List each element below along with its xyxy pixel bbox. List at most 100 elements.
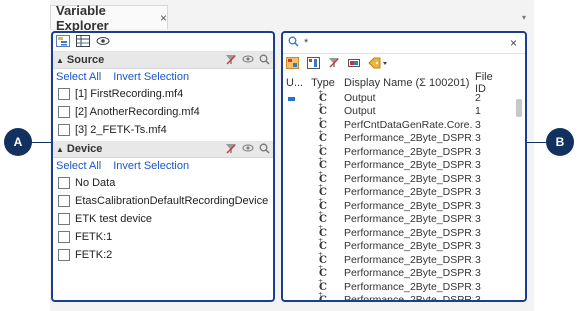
show-hidden-eye-icon[interactable] (96, 36, 110, 49)
filter-icon[interactable] (225, 143, 237, 157)
signal-type-icon: + C (318, 291, 327, 302)
filter-icon[interactable] (225, 54, 237, 68)
display-name-cell: Performance_2Byte_DSPR1... (344, 186, 473, 199)
collapse-caret-icon[interactable]: ▲ (56, 145, 64, 154)
filter-toolbar (53, 33, 273, 52)
eye-icon[interactable] (242, 54, 254, 68)
checkbox[interactable] (58, 213, 70, 225)
device-header-label: Device (66, 143, 103, 155)
source-item-label: [1] FirstRecording.mf4 (75, 88, 184, 100)
column-header-u[interactable]: U... (283, 77, 307, 89)
display-name-cell: Performance_2Byte_DSPR1... (344, 172, 473, 185)
file-id-cell: 1 (475, 105, 481, 118)
device-item-label: ETK test device (75, 213, 153, 225)
column-header-type[interactable]: Type (307, 77, 339, 89)
display-name-cell: Performance_2Byte_DSPR1... (344, 213, 473, 226)
source-item-label: [2] AnotherRecording.mf4 (75, 106, 200, 118)
display-icon[interactable] (348, 58, 360, 71)
collapse-caret-icon[interactable]: ▲ (56, 56, 64, 65)
tree-view-icon[interactable] (56, 34, 70, 50)
file-id-cell: 3 (475, 132, 481, 145)
file-id-cell: 3 (475, 172, 481, 185)
device-item-label: EtasCalibrationDefaultRecordingDevice (75, 195, 269, 207)
vertical-scrollbar-thumb[interactable] (516, 99, 522, 117)
unit-indicator-icon (288, 96, 295, 101)
display-name-cell: Performance_2Byte_DSPR1... (344, 159, 473, 172)
source-invert-selection-link[interactable]: Invert Selection (113, 71, 189, 83)
filter-icon[interactable] (328, 57, 340, 71)
checkbox[interactable] (58, 249, 70, 261)
display-name-cell: Performance_2Byte_DSPR1... (344, 132, 473, 145)
display-name-cell: Output (344, 105, 376, 118)
file-id-cell: 3 (475, 240, 481, 253)
tag-icon[interactable] (368, 57, 388, 72)
device-item[interactable]: FETK:2 (53, 246, 273, 264)
device-item-label: FETK:1 (75, 231, 113, 243)
source-item[interactable]: [1] FirstRecording.mf4 (53, 85, 273, 103)
search-icon[interactable] (259, 143, 270, 157)
tab-variable-explorer[interactable]: Variable Explorer × (50, 3, 168, 33)
eye-icon[interactable] (242, 143, 254, 157)
display-name-cell: Performance_2Byte_DSPR1... (344, 199, 473, 212)
source-tools (225, 54, 270, 68)
display-name-cell: Performance_2Byte_DSPR1... (344, 240, 473, 253)
device-selection-links: Select All Invert Selection (53, 158, 273, 174)
variable-table-body: + C Output 2 + C Output 1 + C PerfCntDataGenRate.C… (283, 89, 525, 302)
device-item-label: No Data (75, 177, 116, 189)
device-invert-selection-link[interactable]: Invert Selection (113, 160, 189, 172)
device-section-header[interactable]: ▲ Device (53, 141, 273, 158)
panel-b-variable-list: * × U... Type Display Name (Σ 100201) Fi… (281, 31, 527, 302)
device-item-label: FETK:2 (75, 249, 113, 261)
device-item[interactable]: ETK test device (53, 210, 273, 228)
tab-close-icon[interactable]: × (160, 11, 167, 25)
display-name-cell: PerfCntDataGenRate.Core... (344, 118, 473, 131)
source-section-header[interactable]: ▲ Source (53, 52, 273, 69)
display-name-cell: Performance_2Byte_DSPR1... (344, 253, 473, 266)
file-id-cell: 3 (475, 145, 481, 158)
file-id-cell: 3 (475, 186, 481, 199)
display-name-cell: Performance_2Byte_DSPR1... (344, 145, 473, 158)
checkbox[interactable] (58, 177, 70, 189)
display-name-cell: Performance_2Byte_DSPR1... (344, 280, 473, 293)
file-id-cell: 3 (475, 226, 481, 239)
tab-title: Variable Explorer (56, 2, 109, 33)
search-icon[interactable] (259, 54, 270, 68)
checkbox[interactable] (58, 195, 70, 207)
search-input[interactable]: * (304, 37, 308, 49)
type-cell: + C (307, 291, 339, 302)
display-name-cell: Performance_2Byte_DSPR1... (344, 294, 473, 302)
source-item[interactable]: [2] AnotherRecording.mf4 (53, 103, 273, 121)
column-header-file-id[interactable]: File ID (473, 71, 503, 95)
device-item[interactable]: No Data (53, 174, 273, 192)
checkbox[interactable] (58, 106, 70, 118)
checkbox[interactable] (58, 231, 70, 243)
device-item[interactable]: EtasCalibrationDefaultRecordingDevice (53, 192, 273, 210)
file-id-cell: 3 (475, 280, 481, 293)
column-header-display-name[interactable]: Display Name (Σ 100201) (339, 77, 473, 89)
callout-a-line (30, 142, 51, 143)
file-id-cell: 3 (475, 199, 481, 212)
panel-a-filters: ▲ Source Select All Invert Selection [1]… (51, 31, 275, 302)
checkbox[interactable] (58, 124, 70, 136)
callout-b-badge: B (546, 128, 574, 156)
source-item[interactable]: [3] 2_FETK-Ts.mf4 (53, 121, 273, 139)
checkbox[interactable] (58, 88, 70, 100)
table-row[interactable]: + C Performance_2Byte_DSPR1... 3 (283, 291, 525, 302)
device-item[interactable]: FETK:1 (53, 228, 273, 246)
callout-b-line (527, 142, 547, 143)
device-select-all-link[interactable]: Select All (56, 160, 101, 172)
device-tools (225, 143, 270, 157)
file-id-cell: 3 (475, 294, 481, 302)
file-id-cell: 3 (475, 267, 481, 280)
display-name-cell: Performance_2Byte_DSPR1... (344, 226, 473, 239)
window-menu-icon[interactable]: ▾ (522, 13, 526, 22)
clear-search-icon[interactable]: × (510, 36, 517, 50)
file-id-cell: 3 (475, 118, 481, 131)
grid-options-icon[interactable] (286, 56, 299, 72)
search-bar[interactable]: * × (283, 33, 525, 54)
source-select-all-link[interactable]: Select All (56, 71, 101, 83)
list-view-icon[interactable] (76, 34, 90, 50)
source-selection-links: Select All Invert Selection (53, 69, 273, 85)
source-header-label: Source (66, 54, 105, 66)
column-options-icon[interactable] (307, 56, 320, 72)
